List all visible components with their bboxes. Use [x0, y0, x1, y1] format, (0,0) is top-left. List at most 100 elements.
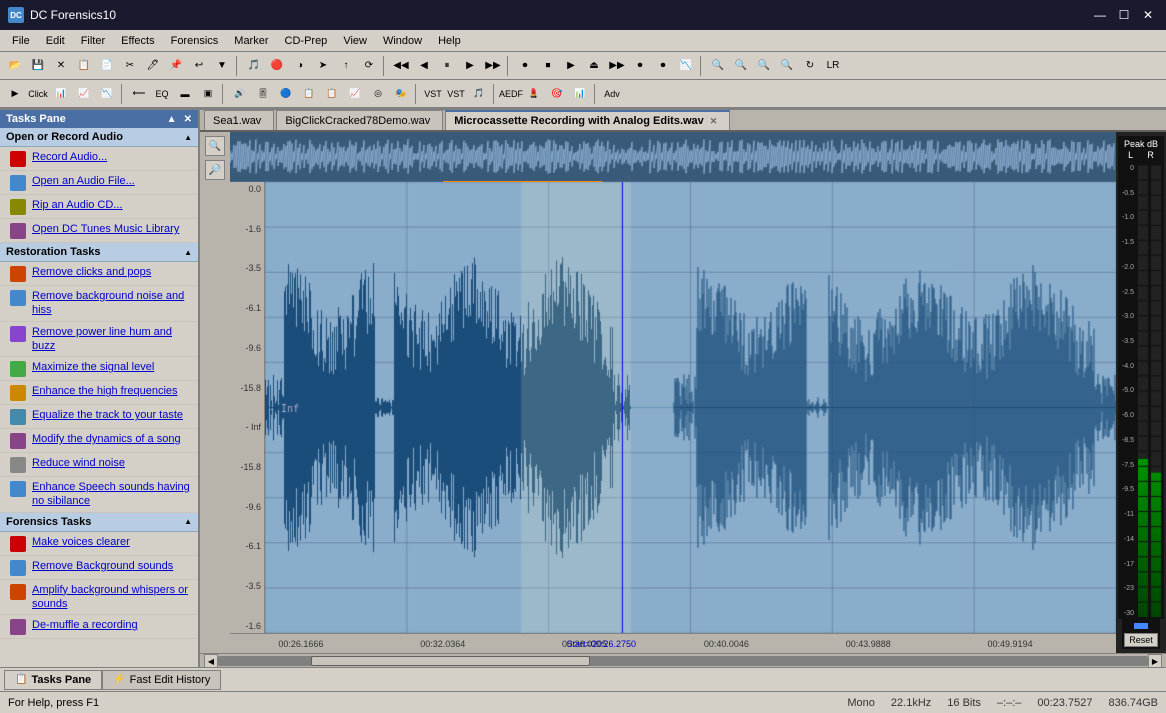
- h-scrollbar-track[interactable]: [218, 656, 1148, 666]
- reset-button[interactable]: Reset: [1124, 633, 1158, 647]
- menu-item-help[interactable]: Help: [430, 33, 469, 49]
- toolbar-btn[interactable]: 🎭: [390, 83, 412, 105]
- toolbar-btn[interactable]: Click: [27, 83, 49, 105]
- toolbar-btn[interactable]: 💄: [523, 83, 545, 105]
- task-item-enhance-high[interactable]: Enhance the high frequencies: [0, 381, 198, 405]
- toolbar-btn[interactable]: ▶▶: [482, 55, 504, 77]
- task-item-reduce-wind[interactable]: Reduce wind noise: [0, 453, 198, 477]
- toolbar-btn[interactable]: ◑: [289, 55, 311, 77]
- toolbar-btn[interactable]: 📉: [96, 83, 118, 105]
- toolbar-btn[interactable]: 🎵: [468, 83, 490, 105]
- toolbar-btn[interactable]: ▬: [174, 83, 196, 105]
- task-item-rip-cd[interactable]: Rip an Audio CD...: [0, 195, 198, 219]
- toolbar-btn[interactable]: ↩: [188, 55, 210, 77]
- toolbar-btn[interactable]: ▶: [560, 55, 582, 77]
- toolbar-btn[interactable]: 💾: [27, 55, 49, 77]
- bottom-tab-fast-edit-tab[interactable]: ⚡Fast Edit History: [102, 670, 221, 690]
- task-item-remove-clicks[interactable]: Remove clicks and pops: [0, 262, 198, 286]
- overview-bar[interactable]: [230, 132, 1116, 182]
- task-item-amplify-whispers[interactable]: Amplify background whispers or sounds: [0, 580, 198, 616]
- task-item-maximize-signal[interactable]: Maximize the signal level: [0, 357, 198, 381]
- tasks-pane-body[interactable]: Open or Record Audio▲Record Audio...Open…: [0, 128, 198, 667]
- toolbar-btn[interactable]: VST: [422, 83, 444, 105]
- task-item-open-file[interactable]: Open an Audio File...: [0, 171, 198, 195]
- task-item-remove-hum[interactable]: Remove power line hum and buzz: [0, 322, 198, 358]
- task-item-remove-bg-noise[interactable]: Remove background noise and hiss: [0, 286, 198, 322]
- toolbar-btn[interactable]: ⏹: [537, 55, 559, 77]
- task-item-enhance-speech[interactable]: Enhance Speech sounds having no sibilanc…: [0, 477, 198, 513]
- toolbar-btn[interactable]: ◀◀: [390, 55, 412, 77]
- task-section-header-forensics[interactable]: Forensics Tasks▲: [0, 513, 198, 532]
- toolbar-btn[interactable]: 🔍: [707, 55, 729, 77]
- toolbar-btn[interactable]: ⏺: [514, 55, 536, 77]
- tab-tab3[interactable]: Microcassette Recording with Analog Edit…: [445, 110, 730, 130]
- toolbar-btn[interactable]: 🔵: [275, 83, 297, 105]
- minimize-button[interactable]: —: [1090, 5, 1110, 25]
- menu-item-forensics[interactable]: Forensics: [163, 33, 227, 49]
- maximize-button[interactable]: ☐: [1114, 5, 1134, 25]
- task-item-demuffle[interactable]: De-muffle a recording: [0, 615, 198, 639]
- toolbar-btn[interactable]: ⏺: [629, 55, 651, 77]
- zoom-in-button[interactable]: 🔍: [205, 136, 225, 156]
- toolbar-btn[interactable]: 🔴: [266, 55, 288, 77]
- toolbar-btn[interactable]: ↑: [335, 55, 357, 77]
- toolbar-btn[interactable]: 📊: [50, 83, 72, 105]
- menu-item-effects[interactable]: Effects: [113, 33, 162, 49]
- toolbar-btn[interactable]: 📌: [165, 55, 187, 77]
- toolbar-btn[interactable]: Adv: [601, 83, 623, 105]
- close-button[interactable]: ✕: [1138, 5, 1158, 25]
- toolbar-btn[interactable]: ↻: [799, 55, 821, 77]
- toolbar-btn[interactable]: ⟳: [358, 55, 380, 77]
- toolbar-btn[interactable]: ➤: [312, 55, 334, 77]
- toolbar-btn[interactable]: 🖊: [142, 55, 164, 77]
- scroll-right-arrow[interactable]: ▶: [1148, 654, 1162, 667]
- toolbar-btn[interactable]: 📋: [321, 83, 343, 105]
- toolbar-btn[interactable]: 📄: [96, 55, 118, 77]
- toolbar-btn[interactable]: 📉: [675, 55, 697, 77]
- task-item-modify-dynamics[interactable]: Modify the dynamics of a song: [0, 429, 198, 453]
- toolbar-btn[interactable]: 🔍: [776, 55, 798, 77]
- menu-item-file[interactable]: File: [4, 33, 38, 49]
- toolbar-btn[interactable]: 📋: [298, 83, 320, 105]
- waveform-canvas-container[interactable]: [265, 182, 1116, 633]
- toolbar-btn[interactable]: ⏏: [583, 55, 605, 77]
- tab-close-btn[interactable]: ✕: [710, 116, 718, 127]
- toolbar-btn[interactable]: 🎯: [546, 83, 568, 105]
- h-scrollbar[interactable]: ◀ ▶: [200, 653, 1166, 667]
- menu-item-window[interactable]: Window: [375, 33, 430, 49]
- task-item-make-voices[interactable]: Make voices clearer: [0, 532, 198, 556]
- task-item-remove-bg-sounds[interactable]: Remove Background sounds: [0, 556, 198, 580]
- toolbar-btn[interactable]: AEDF: [500, 83, 522, 105]
- menu-item-view[interactable]: View: [335, 33, 375, 49]
- task-section-header-restoration[interactable]: Restoration Tasks▲: [0, 243, 198, 262]
- h-scrollbar-thumb[interactable]: [311, 656, 590, 666]
- bottom-tab-tasks-pane-tab[interactable]: 📋Tasks Pane: [4, 670, 102, 690]
- toolbar-btn[interactable]: ✂: [119, 55, 141, 77]
- toolbar-btn[interactable]: ✕: [50, 55, 72, 77]
- toolbar-btn[interactable]: ⟵: [128, 83, 150, 105]
- toolbar-btn[interactable]: ⏺: [652, 55, 674, 77]
- tab-tab2[interactable]: BigClickCracked78Demo.wav: [276, 110, 443, 130]
- toolbar-btn[interactable]: ▣: [197, 83, 219, 105]
- toolbar-btn[interactable]: ▼: [211, 55, 233, 77]
- menu-item-marker[interactable]: Marker: [226, 33, 276, 49]
- tab-tab1[interactable]: Sea1.wav: [204, 110, 274, 130]
- toolbar-btn[interactable]: 📈: [344, 83, 366, 105]
- task-item-dc-tunes[interactable]: Open DC Tunes Music Library: [0, 219, 198, 243]
- toolbar-btn[interactable]: 📂: [4, 55, 26, 77]
- toolbar-btn[interactable]: 📈: [73, 83, 95, 105]
- toolbar-btn[interactable]: 🎵: [243, 55, 265, 77]
- task-item-record-audio[interactable]: Record Audio...: [0, 147, 198, 171]
- toolbar-btn[interactable]: ◀: [413, 55, 435, 77]
- menu-item-cd-prep[interactable]: CD-Prep: [277, 33, 336, 49]
- toolbar-btn[interactable]: ⏸: [436, 55, 458, 77]
- toolbar-btn[interactable]: ▶▶: [606, 55, 628, 77]
- toolbar-btn[interactable]: ▶: [459, 55, 481, 77]
- toolbar-btn[interactable]: 🎚: [252, 83, 274, 105]
- toolbar-btn[interactable]: 📊: [569, 83, 591, 105]
- toolbar-btn[interactable]: 🔊: [229, 83, 251, 105]
- toolbar-btn[interactable]: ◎: [367, 83, 389, 105]
- menu-item-filter[interactable]: Filter: [73, 33, 113, 49]
- toolbar-btn[interactable]: 🔍: [753, 55, 775, 77]
- menu-item-edit[interactable]: Edit: [38, 33, 73, 49]
